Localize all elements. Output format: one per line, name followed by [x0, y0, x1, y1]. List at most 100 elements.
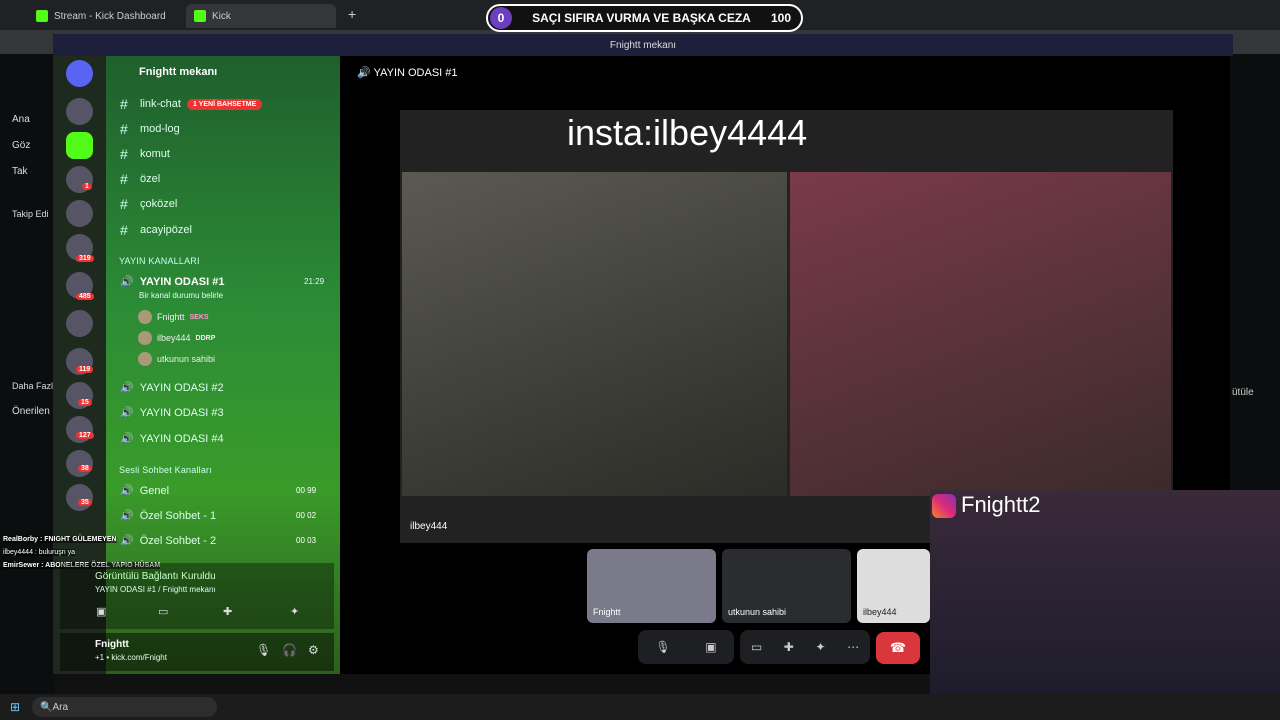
voice-status[interactable]: Bir kanal durumu belirle: [139, 291, 223, 300]
mention-badge: 15: [78, 399, 92, 406]
mic-icon[interactable]: 🎙: [655, 640, 670, 654]
new-tab-button[interactable]: +: [348, 6, 356, 22]
tab-label: Stream - Kick Dashboard: [54, 10, 166, 22]
hash-icon: #: [120, 222, 128, 238]
screen-share-icon[interactable]: ▭: [158, 605, 168, 618]
voice-channel-genel[interactable]: 🔊 Genel: [120, 484, 170, 498]
user-panel: Fnightt +1 • kick.com/Fnight 🎙 🎧 ⚙: [60, 633, 334, 671]
disconnect-button[interactable]: ☎: [876, 632, 920, 664]
screen-share-icon[interactable]: ▭: [751, 640, 762, 654]
server-icon[interactable]: [66, 98, 93, 125]
voice-channel-ozel-2[interactable]: 🔊 Özel Sohbet - 2: [120, 534, 216, 548]
search-icon: 🔍: [40, 701, 53, 713]
channel-acayipozel[interactable]: # acayipözel: [120, 222, 192, 238]
voice-channel-3[interactable]: 🔊 YAYIN ODASI #3: [120, 406, 224, 420]
call-header-label: YAYIN ODASI #1: [373, 67, 458, 79]
chat-line: RealBorby : FNIGHT GÜLEMEYEN: [3, 536, 117, 543]
soundboard-icon[interactable]: ✦: [815, 640, 825, 654]
kick-more-link[interactable]: Daha Fazla: [12, 381, 58, 391]
speaker-icon: 🔊: [120, 535, 134, 547]
tab-kick[interactable]: Kick: [186, 4, 336, 28]
channel-label: YAYIN ODASI #2: [139, 381, 224, 394]
chat-line: ilbey4444 : buluruşn ya: [3, 549, 75, 556]
channel-label: YAYIN ODASI #4: [139, 432, 224, 445]
server-name[interactable]: Fnightt mekanı: [139, 66, 217, 78]
speaker-icon: 🔊: [357, 67, 374, 79]
user-tag: SEKS: [189, 313, 209, 321]
tile-label: ilbey444: [863, 607, 897, 617]
channel-cokozel[interactable]: # çoközel: [120, 196, 177, 212]
connection-status: Görüntülü Bağlantı Kuruldu: [95, 571, 216, 582]
channel-label: komut: [140, 148, 170, 160]
speaker-icon: 🔊: [120, 510, 134, 522]
user-name: utkunun sahibi: [157, 354, 216, 364]
user-name: Fnightt: [95, 639, 129, 650]
mention-badge: 35: [78, 499, 92, 506]
soundboard-icon[interactable]: ✦: [290, 605, 299, 618]
channel-label: Genel: [139, 484, 170, 497]
kick-nav-browse[interactable]: Göz: [12, 140, 30, 151]
voice-user-utkunun-sahibi[interactable]: utkunun sahibi: [138, 352, 215, 366]
video-feed-right: [790, 172, 1171, 496]
speaker-icon: 🔊: [120, 407, 134, 419]
mention-badge: 1: [82, 183, 92, 190]
channel-label: YAYIN ODASI #3: [139, 406, 224, 419]
more-icon[interactable]: ⋯: [847, 640, 859, 654]
tab-kick-dashboard[interactable]: Stream - Kick Dashboard: [28, 4, 178, 28]
taskbar-search[interactable]: 🔍 Ara: [32, 697, 218, 717]
activities-icon[interactable]: ✚: [784, 640, 794, 654]
avatar: [138, 331, 152, 345]
speaker-icon: 🔊: [120, 485, 134, 497]
settings-gear-icon[interactable]: ⚙: [308, 643, 319, 657]
channel-link-chat[interactable]: # link-chat 1 YENİ BAHSETME: [120, 96, 263, 112]
challenge-bar: 0 SAÇI SIFIRA VURMA VE BAŞKA CEZA 100: [486, 4, 803, 32]
stage-user-label: ilbey444: [410, 521, 448, 532]
channel-mod-log[interactable]: # mod-log: [120, 121, 180, 137]
server-icon[interactable]: [66, 310, 93, 337]
channel-label: mod-log: [140, 123, 180, 135]
mic-icon[interactable]: 🎙: [256, 643, 271, 657]
user-name: Fnightt: [157, 312, 185, 322]
voice-user-ilbey444[interactable]: ilbey444 DDRP: [138, 331, 215, 345]
kick-followed-heading: Takip Edi: [12, 209, 49, 219]
hash-icon: #: [120, 171, 128, 187]
camera-off-icon[interactable]: ▣: [96, 605, 106, 618]
voice-category[interactable]: Sesli Sohbet Kanalları: [119, 465, 212, 475]
stream-category[interactable]: YAYIN KANALLARI: [119, 256, 200, 266]
server-icon[interactable]: [66, 450, 93, 477]
mention-badge: 485: [76, 293, 94, 300]
channel-label: özel: [140, 173, 161, 185]
tile-label: utkunun sahibi: [728, 607, 787, 617]
hash-icon: #: [120, 121, 128, 137]
call-controls: ▭ ✚ ✦ ⋯: [740, 630, 870, 664]
participant-tile[interactable]: Fnightt: [587, 549, 716, 623]
kick-server-icon[interactable]: [66, 132, 93, 159]
hash-icon: #: [120, 146, 128, 162]
windows-taskbar: ⊞ 🔍 Ara: [0, 694, 1280, 720]
voice-count: 00 03: [296, 536, 317, 545]
voice-channel-2[interactable]: 🔊 YAYIN ODASI #2: [120, 381, 224, 395]
activities-icon[interactable]: ✚: [223, 605, 232, 618]
participant-tile[interactable]: ilbey444: [857, 549, 930, 623]
window-title: Fnightt mekanı: [609, 39, 677, 51]
participant-tile[interactable]: utkunun sahibi: [722, 549, 851, 623]
kick-nav-home[interactable]: Ana: [12, 114, 30, 125]
channel-komut[interactable]: # komut: [120, 146, 170, 162]
avatar: [138, 352, 152, 366]
tile-label: Fnightt: [593, 607, 621, 617]
headphones-icon[interactable]: 🎧: [282, 643, 297, 657]
voice-user-fnightt[interactable]: Fnightt SEKS: [138, 310, 209, 324]
voice-channel-active[interactable]: 🔊 YAYIN ODASI #1: [120, 275, 225, 289]
kick-nav-following[interactable]: Tak: [12, 166, 28, 177]
voice-channel-ozel-1[interactable]: 🔊 Özel Sohbet - 1: [120, 509, 216, 523]
server-icon[interactable]: [66, 200, 93, 227]
channel-ozel[interactable]: # özel: [120, 171, 160, 187]
windows-start-icon[interactable]: ⊞: [10, 700, 20, 714]
media-controls: 🎙 ▣: [638, 630, 734, 664]
server-icon[interactable]: [66, 484, 93, 511]
discord-home-icon[interactable]: [66, 60, 93, 87]
connection-channel: YAYIN ODASI #1 / Fnightt mekanı: [95, 585, 216, 594]
tab-label: Kick: [212, 10, 231, 22]
voice-channel-4[interactable]: 🔊 YAYIN ODASI #4: [120, 432, 224, 446]
camera-off-icon[interactable]: ▣: [705, 640, 716, 654]
